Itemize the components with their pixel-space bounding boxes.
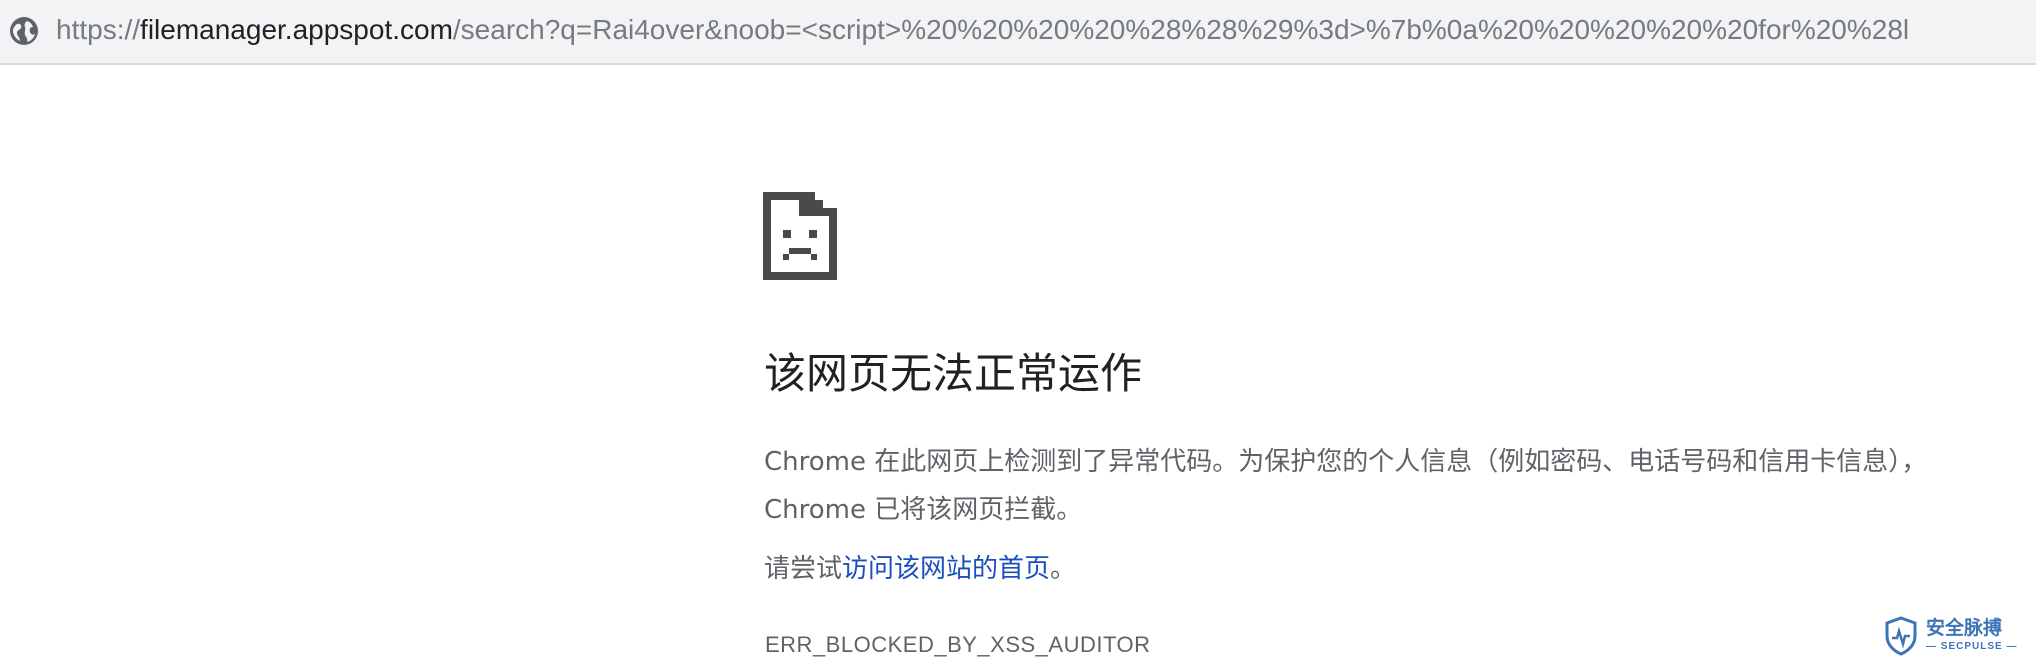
globe-icon[interactable] (8, 15, 40, 47)
error-description: Chrome 在此网页上检测到了异常代码。为保护您的个人信息（例如密码、电话号码… (764, 438, 2036, 534)
suggestion-suffix: 。 (1050, 554, 1077, 584)
error-description-line-2: Chrome 已将该网页拦截。 (764, 495, 1083, 525)
error-title: 该网页无法正常运作 (764, 349, 1143, 398)
sad-page-icon (763, 192, 837, 280)
suggestion-prefix: 请尝试 (764, 554, 843, 584)
suggestion-text: 请尝试访问该网站的首页。 (764, 545, 1076, 593)
error-description-line-1: Chrome 在此网页上检测到了异常代码。为保护您的个人信息（例如密码、电话号码… (764, 447, 1928, 477)
address-bar[interactable]: https://filemanager.appspot.com/search?q… (0, 0, 2036, 65)
visit-homepage-link[interactable]: 访问该网站的首页 (842, 554, 1050, 584)
secpulse-watermark: 安全脉搏 — SECPULSE — (1884, 616, 2034, 660)
url-field[interactable]: https://filemanager.appspot.com/search?q… (56, 12, 1909, 48)
watermark-text-cn: 安全脉搏 (1926, 617, 2003, 639)
url-host: filemanager.appspot.com (140, 14, 453, 45)
url-scheme: https:// (56, 14, 141, 45)
watermark-text-en: — SECPULSE — (1926, 641, 2018, 652)
error-code: ERR_BLOCKED_BY_XSS_AUDITOR (765, 632, 1151, 657)
shield-logo-icon (1885, 616, 1917, 656)
url-path: /search?q=Rai4over&noob=<script>%20%20%2… (452, 14, 1910, 45)
